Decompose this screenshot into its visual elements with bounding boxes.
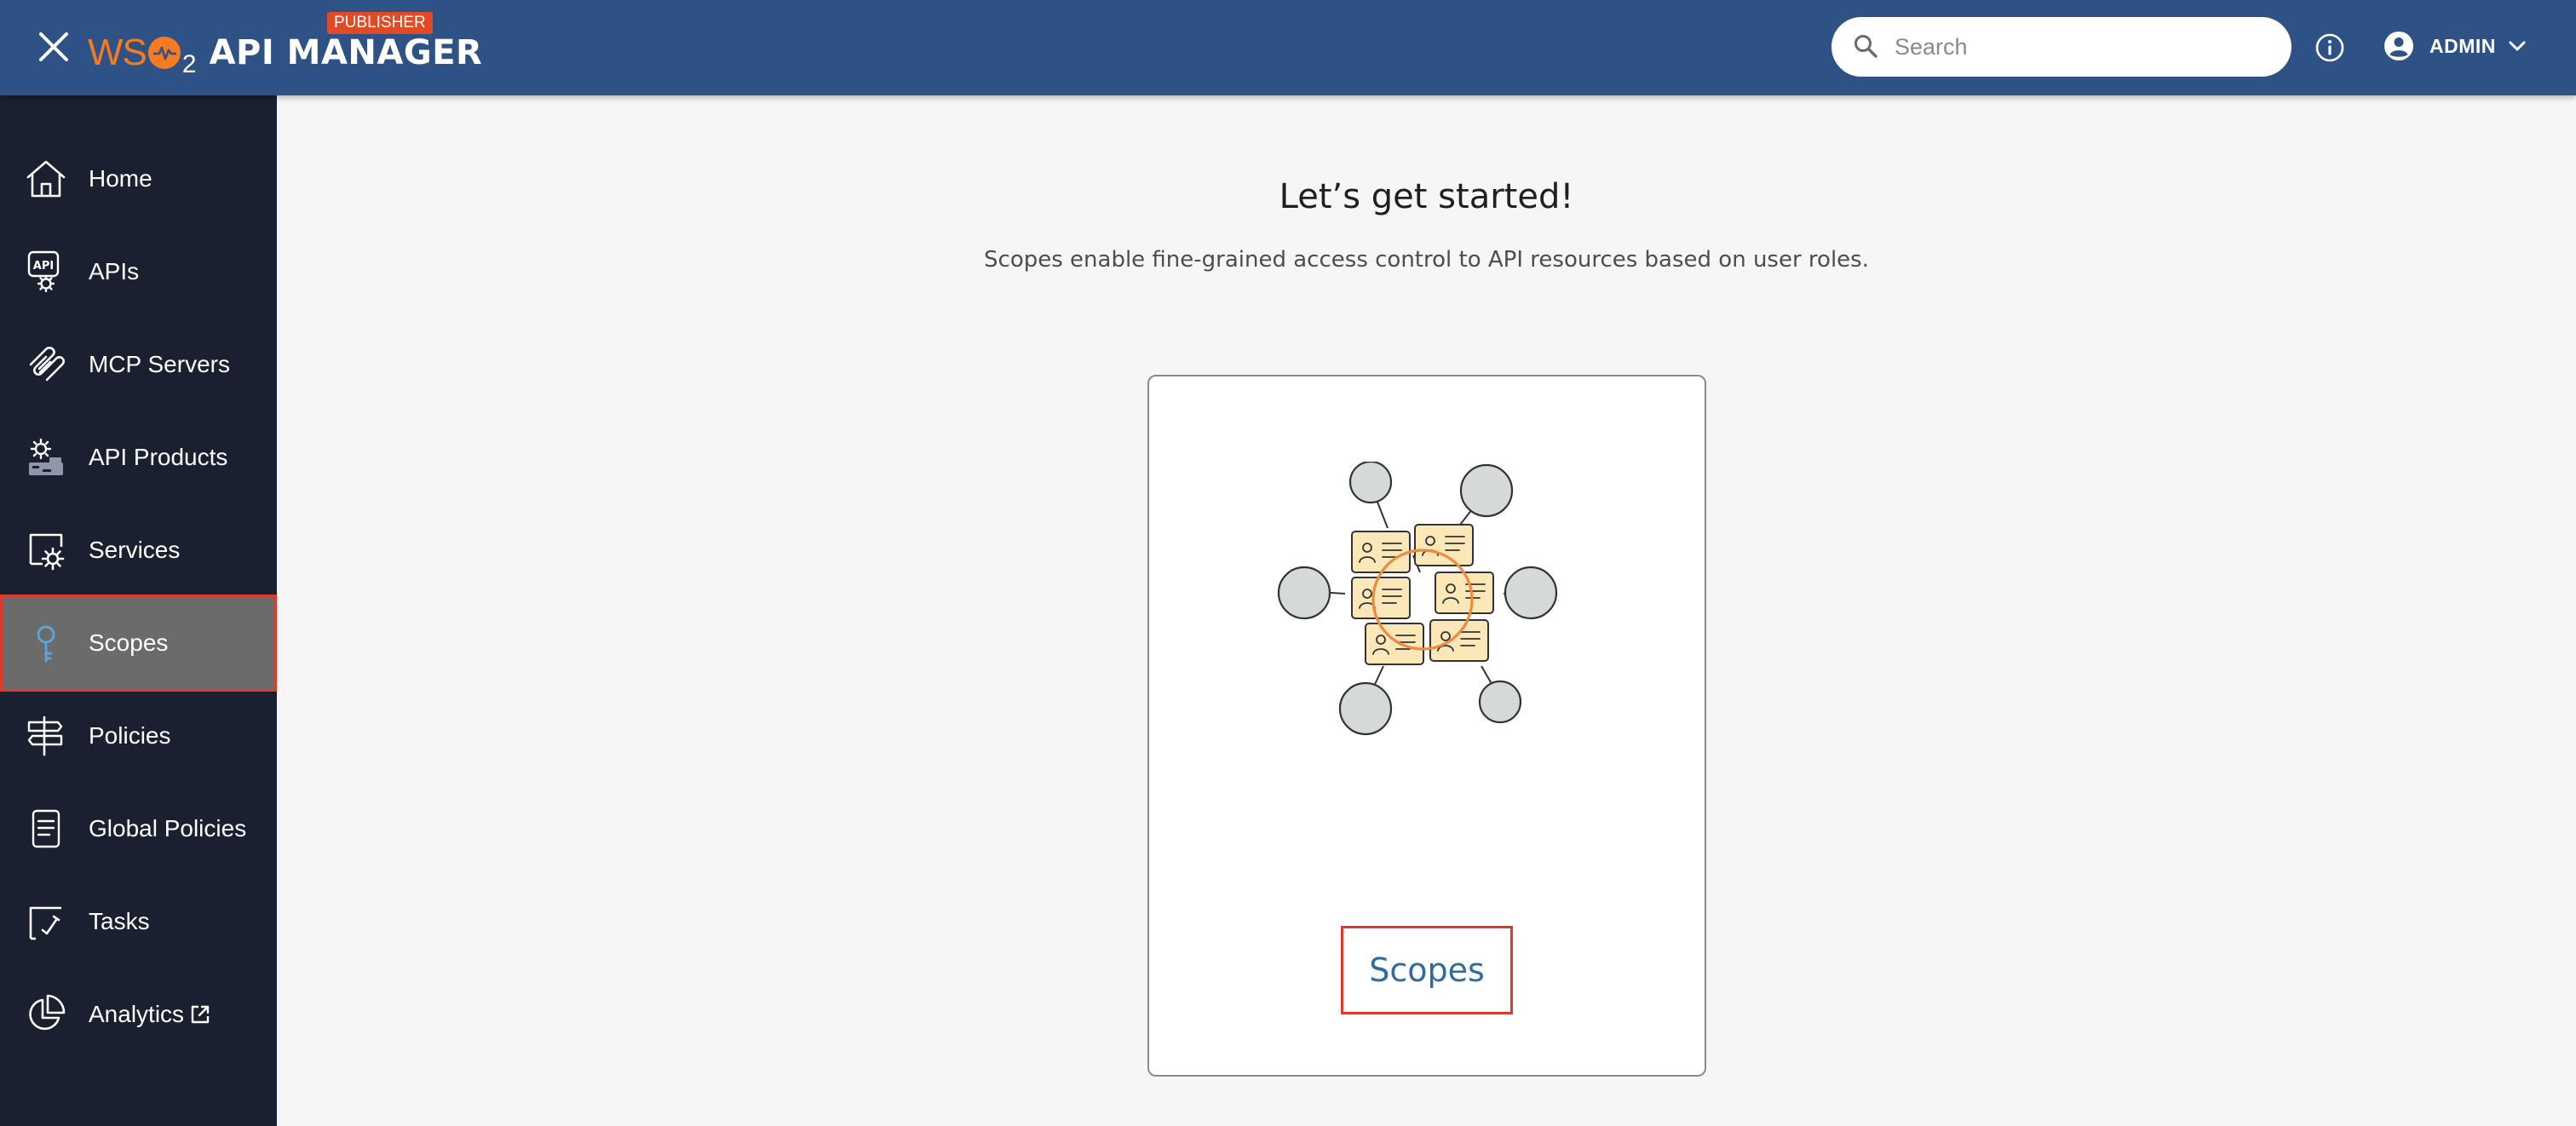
logo-o-mark	[147, 37, 181, 69]
sidebar-item-label: Home	[89, 165, 152, 192]
sidebar-item-label: Global Policies	[89, 815, 247, 842]
sidebar-item-label: Scopes	[89, 629, 169, 656]
scopes-network-illustration	[1277, 462, 1558, 736]
page-title: Let’s get started!	[1279, 177, 1574, 216]
wso2-logo[interactable]: WS 2 API MANAGER	[88, 29, 483, 78]
search-icon	[1854, 35, 1877, 58]
sidebar-item-apis[interactable]: API APIs	[0, 223, 277, 320]
sidebar-item-label: Services	[89, 537, 181, 563]
sidebar-item-global-policies[interactable]: Global Policies	[0, 780, 277, 877]
api-products-icon	[29, 438, 63, 475]
sidebar-item-label: Policies	[89, 722, 171, 749]
svg-text:API: API	[33, 260, 54, 273]
top-app-bar: WS 2 API MANAGER PUBLISHER ADMIN	[0, 0, 2576, 95]
sidebar-item-tasks[interactable]: Tasks	[0, 873, 277, 970]
services-gear-icon	[29, 533, 65, 571]
chevron-down-icon	[2509, 41, 2526, 51]
document-icon	[32, 809, 60, 848]
sidebar-item-label: API Products	[89, 444, 228, 470]
user-menu[interactable]: ADMIN	[2383, 27, 2528, 65]
logo-ws-text: WS	[88, 32, 147, 73]
wso2-wordmark: WS 2	[88, 29, 197, 78]
main-content: Let’s get started! Scopes enable fine-gr…	[277, 95, 2576, 1126]
api-gear-icon: API	[27, 250, 60, 293]
home-icon	[26, 160, 66, 198]
account-circle-icon	[2384, 32, 2413, 60]
tasks-icon	[29, 906, 61, 940]
sidebar-item-analytics[interactable]: Analytics	[0, 966, 277, 1063]
search-box[interactable]	[1831, 17, 2291, 77]
info-icon[interactable]	[2314, 32, 2346, 64]
sidebar-item-label: Tasks	[89, 908, 150, 934]
logo-2-text: 2	[181, 50, 197, 78]
external-link-icon[interactable]	[189, 1003, 211, 1025]
mcp-servers-icon	[29, 347, 65, 382]
scopes-onboarding-card: Scopes	[1147, 375, 1706, 1077]
sidebar-item-scopes[interactable]: Scopes	[0, 595, 277, 692]
signpost-icon	[27, 715, 63, 756]
product-name: API MANAGER	[209, 33, 483, 72]
sidebar-item-api-products[interactable]: API Products	[0, 409, 277, 506]
sidebar-item-mcp-servers[interactable]: MCP Servers	[0, 316, 277, 413]
search-input[interactable]	[1893, 32, 2268, 61]
pie-chart-icon	[29, 994, 66, 1031]
sidebar-item-label: APIs	[89, 258, 140, 284]
username: ADMIN	[2429, 34, 2496, 57]
sidebar-item-label: MCP Servers	[89, 351, 230, 377]
page-subtitle: Scopes enable fine-grained access contro…	[984, 247, 1869, 273]
left-navigation: Home API APIs MCP Servers API Products S…	[0, 95, 277, 1126]
sidebar-item-services[interactable]: Services	[0, 502, 277, 599]
sidebar-item-label: Analytics	[89, 1001, 185, 1027]
scopes-link-button[interactable]: Scopes	[1341, 926, 1513, 1014]
close-icon[interactable]	[32, 26, 75, 68]
sidebar-item-home[interactable]: Home	[0, 130, 277, 227]
sidebar-item-policies[interactable]: Policies	[0, 687, 277, 784]
key-icon	[37, 625, 55, 663]
publisher-badge: PUBLISHER	[327, 12, 433, 34]
